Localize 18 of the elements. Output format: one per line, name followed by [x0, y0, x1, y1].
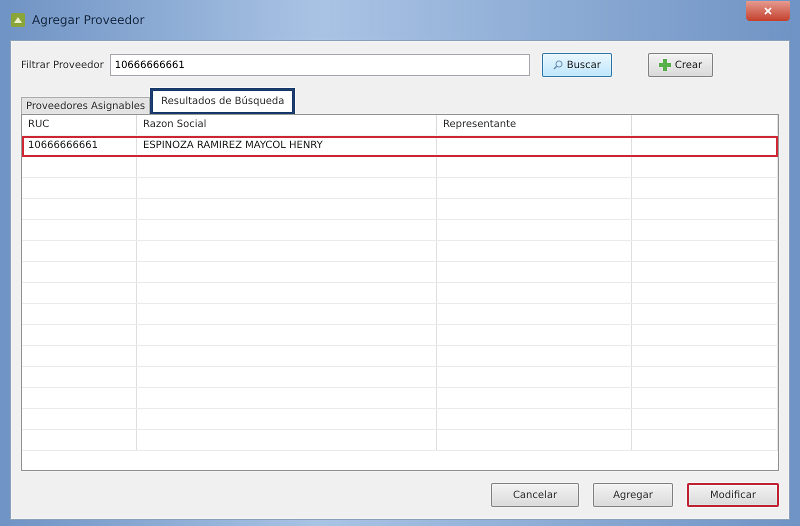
table-cell: 10666666661 [22, 136, 137, 156]
close-button[interactable] [746, 1, 790, 21]
tab[interactable]: Proveedores Asignables [21, 97, 150, 115]
plus-icon [658, 59, 671, 71]
tab[interactable]: Resultados de Búsqueda [150, 88, 296, 115]
search-icon [552, 60, 563, 70]
search-button[interactable]: Buscar [542, 53, 612, 77]
filter-input[interactable]: 10666666661 [110, 54, 530, 76]
table-row[interactable]: 10666666661 ESPINOZA RAMIREZ MAYCOL HENRY [22, 136, 778, 157]
dialog-button[interactable]: Agregar [593, 483, 673, 507]
dialog-button[interactable]: Modificar [687, 483, 779, 507]
table-cell: ESPINOZA RAMIREZ MAYCOL HENRY [137, 136, 437, 156]
create-button[interactable]: Crear [648, 53, 714, 77]
close-icon [764, 7, 772, 15]
app-icon [10, 12, 26, 28]
window-title: Agregar Proveedor [32, 13, 146, 27]
dialog-button[interactable]: Cancelar [491, 483, 579, 507]
filter-label: Filtrar Proveedor [21, 60, 104, 70]
